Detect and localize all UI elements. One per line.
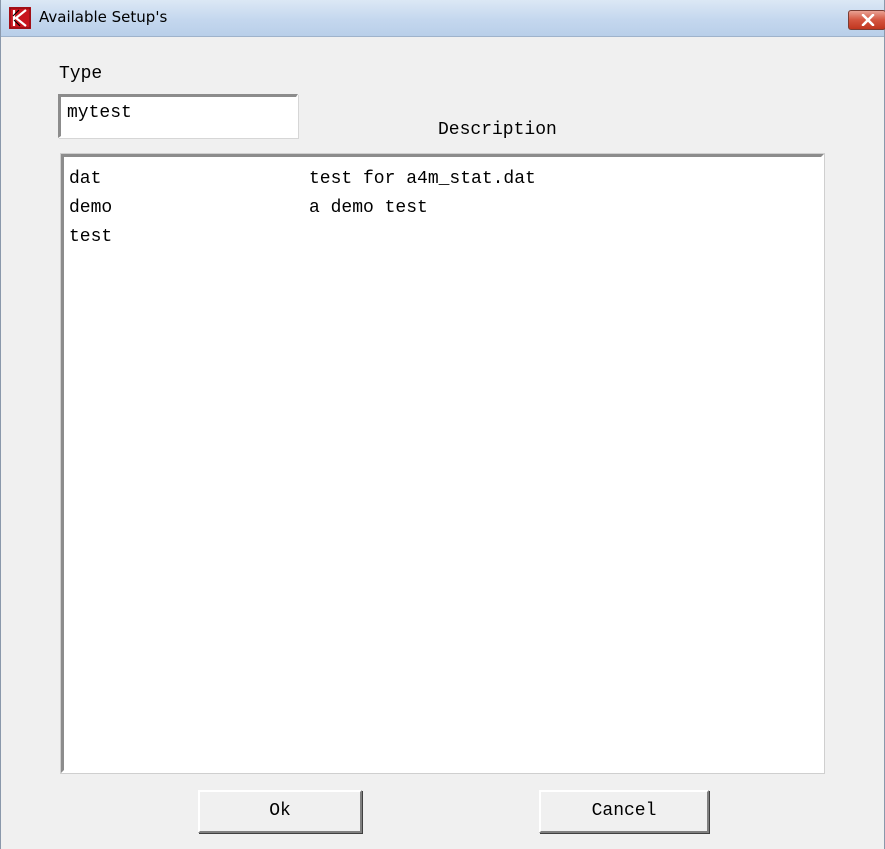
- list-item[interactable]: dat test for a4m_stat.dat: [69, 165, 809, 194]
- list-item[interactable]: test: [69, 223, 809, 252]
- ok-button[interactable]: Ok: [198, 790, 362, 833]
- window-title: Available Setup's: [39, 8, 168, 26]
- cancel-button[interactable]: Cancel: [539, 790, 709, 833]
- description-label: Description: [438, 120, 557, 140]
- setups-list[interactable]: dat test for a4m_stat.dat demo a demo te…: [60, 153, 825, 774]
- type-label: Type: [59, 64, 103, 84]
- setup-description: a demo test: [309, 198, 428, 218]
- setup-description: test for a4m_stat.dat: [309, 169, 536, 189]
- close-button[interactable]: [848, 10, 885, 30]
- title-bar: Available Setup's: [1, 0, 885, 37]
- setups-dialog: Available Setup's Type mytest Descriptio…: [0, 0, 885, 849]
- setup-name: demo: [69, 198, 113, 218]
- setup-name: dat: [69, 169, 102, 189]
- type-input[interactable]: mytest: [58, 94, 298, 138]
- close-icon: [861, 14, 875, 26]
- list-item[interactable]: demo a demo test: [69, 194, 809, 223]
- setup-name: test: [69, 227, 113, 247]
- k-logo-icon: [9, 7, 31, 29]
